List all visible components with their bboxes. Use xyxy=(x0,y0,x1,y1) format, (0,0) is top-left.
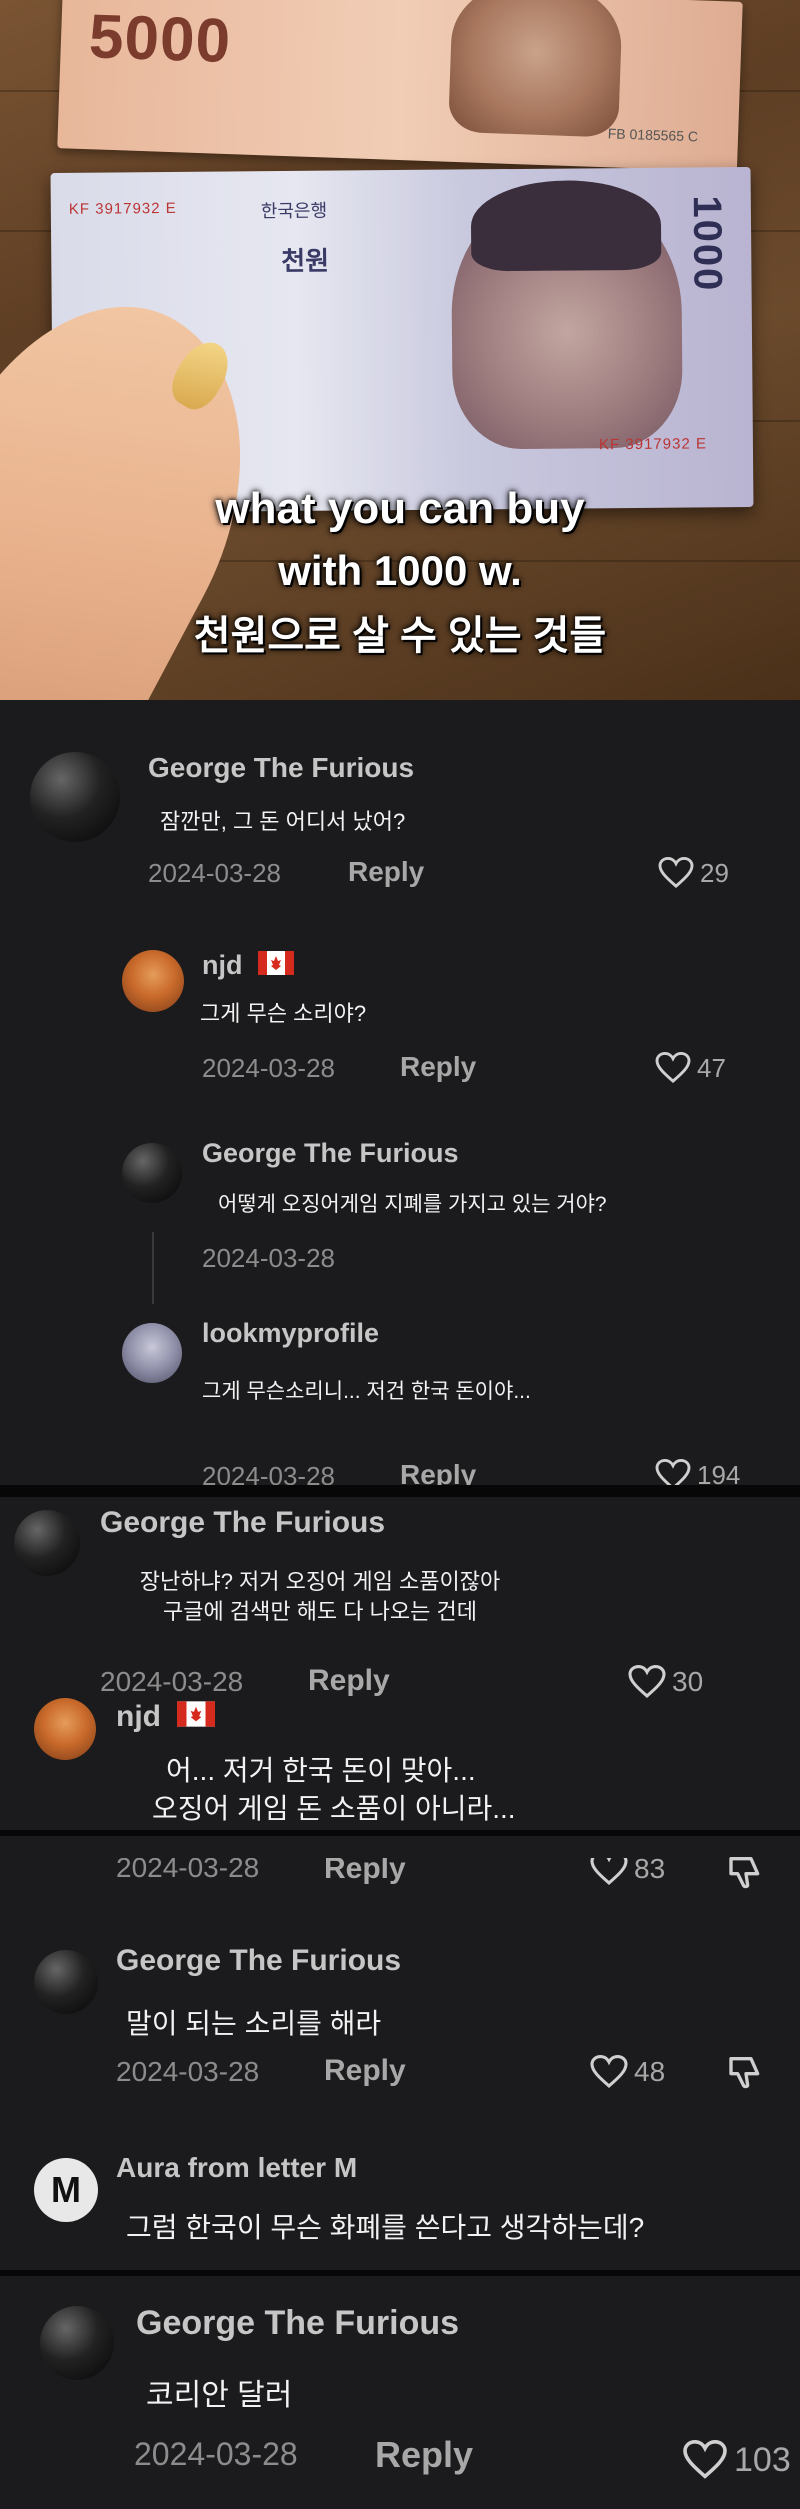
comment-date: 2024-03-28 xyxy=(148,858,281,888)
video-caption-line2: with 1000 w. xyxy=(278,547,522,594)
thumbs-down-icon xyxy=(729,1857,760,1889)
comment-author[interactable]: George The Furious xyxy=(100,1506,385,1540)
reply-button[interactable]: Reply xyxy=(324,1858,406,1886)
avatar[interactable] xyxy=(14,1510,80,1576)
comment-text: 그게 무슨 소리야? xyxy=(200,1001,367,1026)
comment-date: 2024-03-28 xyxy=(100,1666,244,1697)
comment-text: 그럼 한국이 무슨 화폐를 쓴다고 생각하는데? xyxy=(126,2212,645,2243)
heart-icon xyxy=(590,2055,628,2088)
thumbs-down-icon xyxy=(729,2057,760,2089)
avatar[interactable] xyxy=(30,752,120,842)
comment-author[interactable]: njd xyxy=(116,1700,216,1735)
like-button[interactable]: 29 xyxy=(658,857,729,889)
comment-author[interactable]: George The Furious xyxy=(116,1944,401,1978)
reply-button[interactable]: Reply xyxy=(400,1459,476,1485)
banknote-5000: 5000 FB 0185565 C xyxy=(57,0,743,172)
like-count: 47 xyxy=(697,1052,726,1083)
comment-text-line: 장난하냐? 저거 오징어 게임 소품이잖아 xyxy=(139,1569,501,1594)
banknote-1000-amount: 1000 xyxy=(684,195,730,293)
banknote-portrait-hat xyxy=(470,179,662,272)
banknote-5000-serial: FB 0185565 C xyxy=(607,125,699,145)
comment-text-line: 오징어 게임 돈 소품이 아니라... xyxy=(152,1793,516,1824)
avatar[interactable]: M xyxy=(34,2158,98,2222)
canada-flag-icon xyxy=(258,951,295,982)
comment-text: 어... 저거 한국 돈이 맞아... 오징어 게임 돈 소품이 아니라... xyxy=(152,1752,516,1828)
author-name: njd xyxy=(202,950,243,980)
comment-text: 그게 무슨소리니... 저건 한국 돈이야... xyxy=(202,1380,531,1403)
video-caption-line3: 천원으로 살 수 있는 것들 xyxy=(193,614,607,658)
comment-date: 2024-03-28 xyxy=(116,1858,260,1883)
reply-button[interactable]: Reply xyxy=(400,1051,476,1083)
video-frame[interactable]: 5000 FB 0185565 C KF 3917932 E 한국은행 천원 1… xyxy=(0,0,800,700)
segment-separator xyxy=(0,1830,800,1836)
heart-icon xyxy=(683,2440,727,2479)
avatar[interactable] xyxy=(122,1143,182,1203)
reply-button[interactable]: Reply xyxy=(324,2054,406,2088)
like-count: 83 xyxy=(634,1858,666,1884)
comment-author[interactable]: njd xyxy=(202,950,295,982)
like-button[interactable]: 103 xyxy=(682,2440,791,2480)
canada-flag-icon xyxy=(177,1701,216,1735)
like-button[interactable]: 194 xyxy=(655,1459,740,1485)
comment-text-line: 구글에 검색만 해도 다 나오는 건데 xyxy=(163,1599,477,1624)
avatar[interactable] xyxy=(34,1950,98,2014)
banknote-portrait xyxy=(448,0,624,138)
like-count: 30 xyxy=(672,1666,704,1697)
reply-button[interactable]: Reply xyxy=(348,856,424,888)
avatar[interactable] xyxy=(122,950,184,1012)
segment-separator xyxy=(0,2270,800,2276)
comment-date: 2024-03-28 xyxy=(202,1053,335,1083)
banknote-5000-amount: 5000 xyxy=(87,2,233,77)
author-name: njd xyxy=(116,1700,161,1733)
dislike-button[interactable] xyxy=(726,1852,766,1897)
comment-author[interactable]: George The Furious xyxy=(202,1138,459,1169)
comment-author[interactable]: lookmyprofile xyxy=(202,1318,379,1349)
like-button[interactable]: 30 xyxy=(628,1665,703,1699)
comment-text-line: 어... 저거 한국 돈이 맞아... xyxy=(166,1755,476,1786)
comment-author[interactable]: George The Furious xyxy=(148,752,414,784)
banknote-1000-serial: KF 3917932 E xyxy=(68,199,177,218)
banknote-1000-name: 천원 xyxy=(281,245,330,277)
video-caption-line1: what you can buy xyxy=(215,484,585,533)
avatar[interactable] xyxy=(40,2306,114,2380)
comment-text: 장난하냐? 저거 오징어 게임 소품이잖아 구글에 검색만 해도 다 나오는 건… xyxy=(100,1567,540,1627)
comment-text: 코리안 달러 xyxy=(146,2379,293,2412)
comment-author[interactable]: George The Furious xyxy=(136,2304,459,2343)
avatar[interactable] xyxy=(34,1698,96,1760)
heart-icon xyxy=(628,1665,666,1698)
heart-icon xyxy=(655,1459,691,1485)
like-count: 194 xyxy=(697,1459,741,1486)
comment-date: 2024-03-28 xyxy=(202,1461,335,1485)
comment-date: 2024-03-28 xyxy=(202,1243,335,1273)
heart-icon xyxy=(658,857,694,889)
segment-separator xyxy=(0,1485,800,1497)
avatar[interactable] xyxy=(122,1323,182,1383)
thread-line xyxy=(152,1232,154,1304)
banknote-1000-bank: 한국은행 xyxy=(260,200,328,222)
like-count: 29 xyxy=(700,857,729,888)
like-button[interactable]: 48 xyxy=(590,2055,665,2089)
banknote-1000-serial-2: KF 3917932 E xyxy=(598,435,707,454)
cropped-row: 2024-03-28 Reply 194 xyxy=(0,1455,800,1485)
comment-author[interactable]: Aura from letter M xyxy=(116,2152,357,2184)
like-count: 103 xyxy=(734,2440,791,2479)
comment-text: 말이 되는 소리를 해라 xyxy=(126,2008,382,2039)
comment-text: 잠깐만, 그 돈 어디서 났어? xyxy=(160,809,406,834)
like-count: 48 xyxy=(634,2056,666,2087)
like-button[interactable]: 47 xyxy=(655,1052,726,1084)
comment-date: 2024-03-28 xyxy=(116,2056,260,2087)
comment-text: 어떻게 오징어게임 지폐를 가지고 있는 거야? xyxy=(218,1193,607,1216)
cropped-row: 2024-03-28 Reply 83 xyxy=(0,1858,800,1904)
heart-icon xyxy=(590,1858,628,1885)
dislike-button[interactable] xyxy=(726,2052,766,2097)
heart-icon xyxy=(655,1052,691,1084)
like-button[interactable]: 83 xyxy=(590,1858,665,1886)
reply-button[interactable]: Reply xyxy=(375,2434,473,2476)
reply-button[interactable]: Reply xyxy=(308,1664,390,1698)
comment-date: 2024-03-28 xyxy=(134,2436,298,2472)
